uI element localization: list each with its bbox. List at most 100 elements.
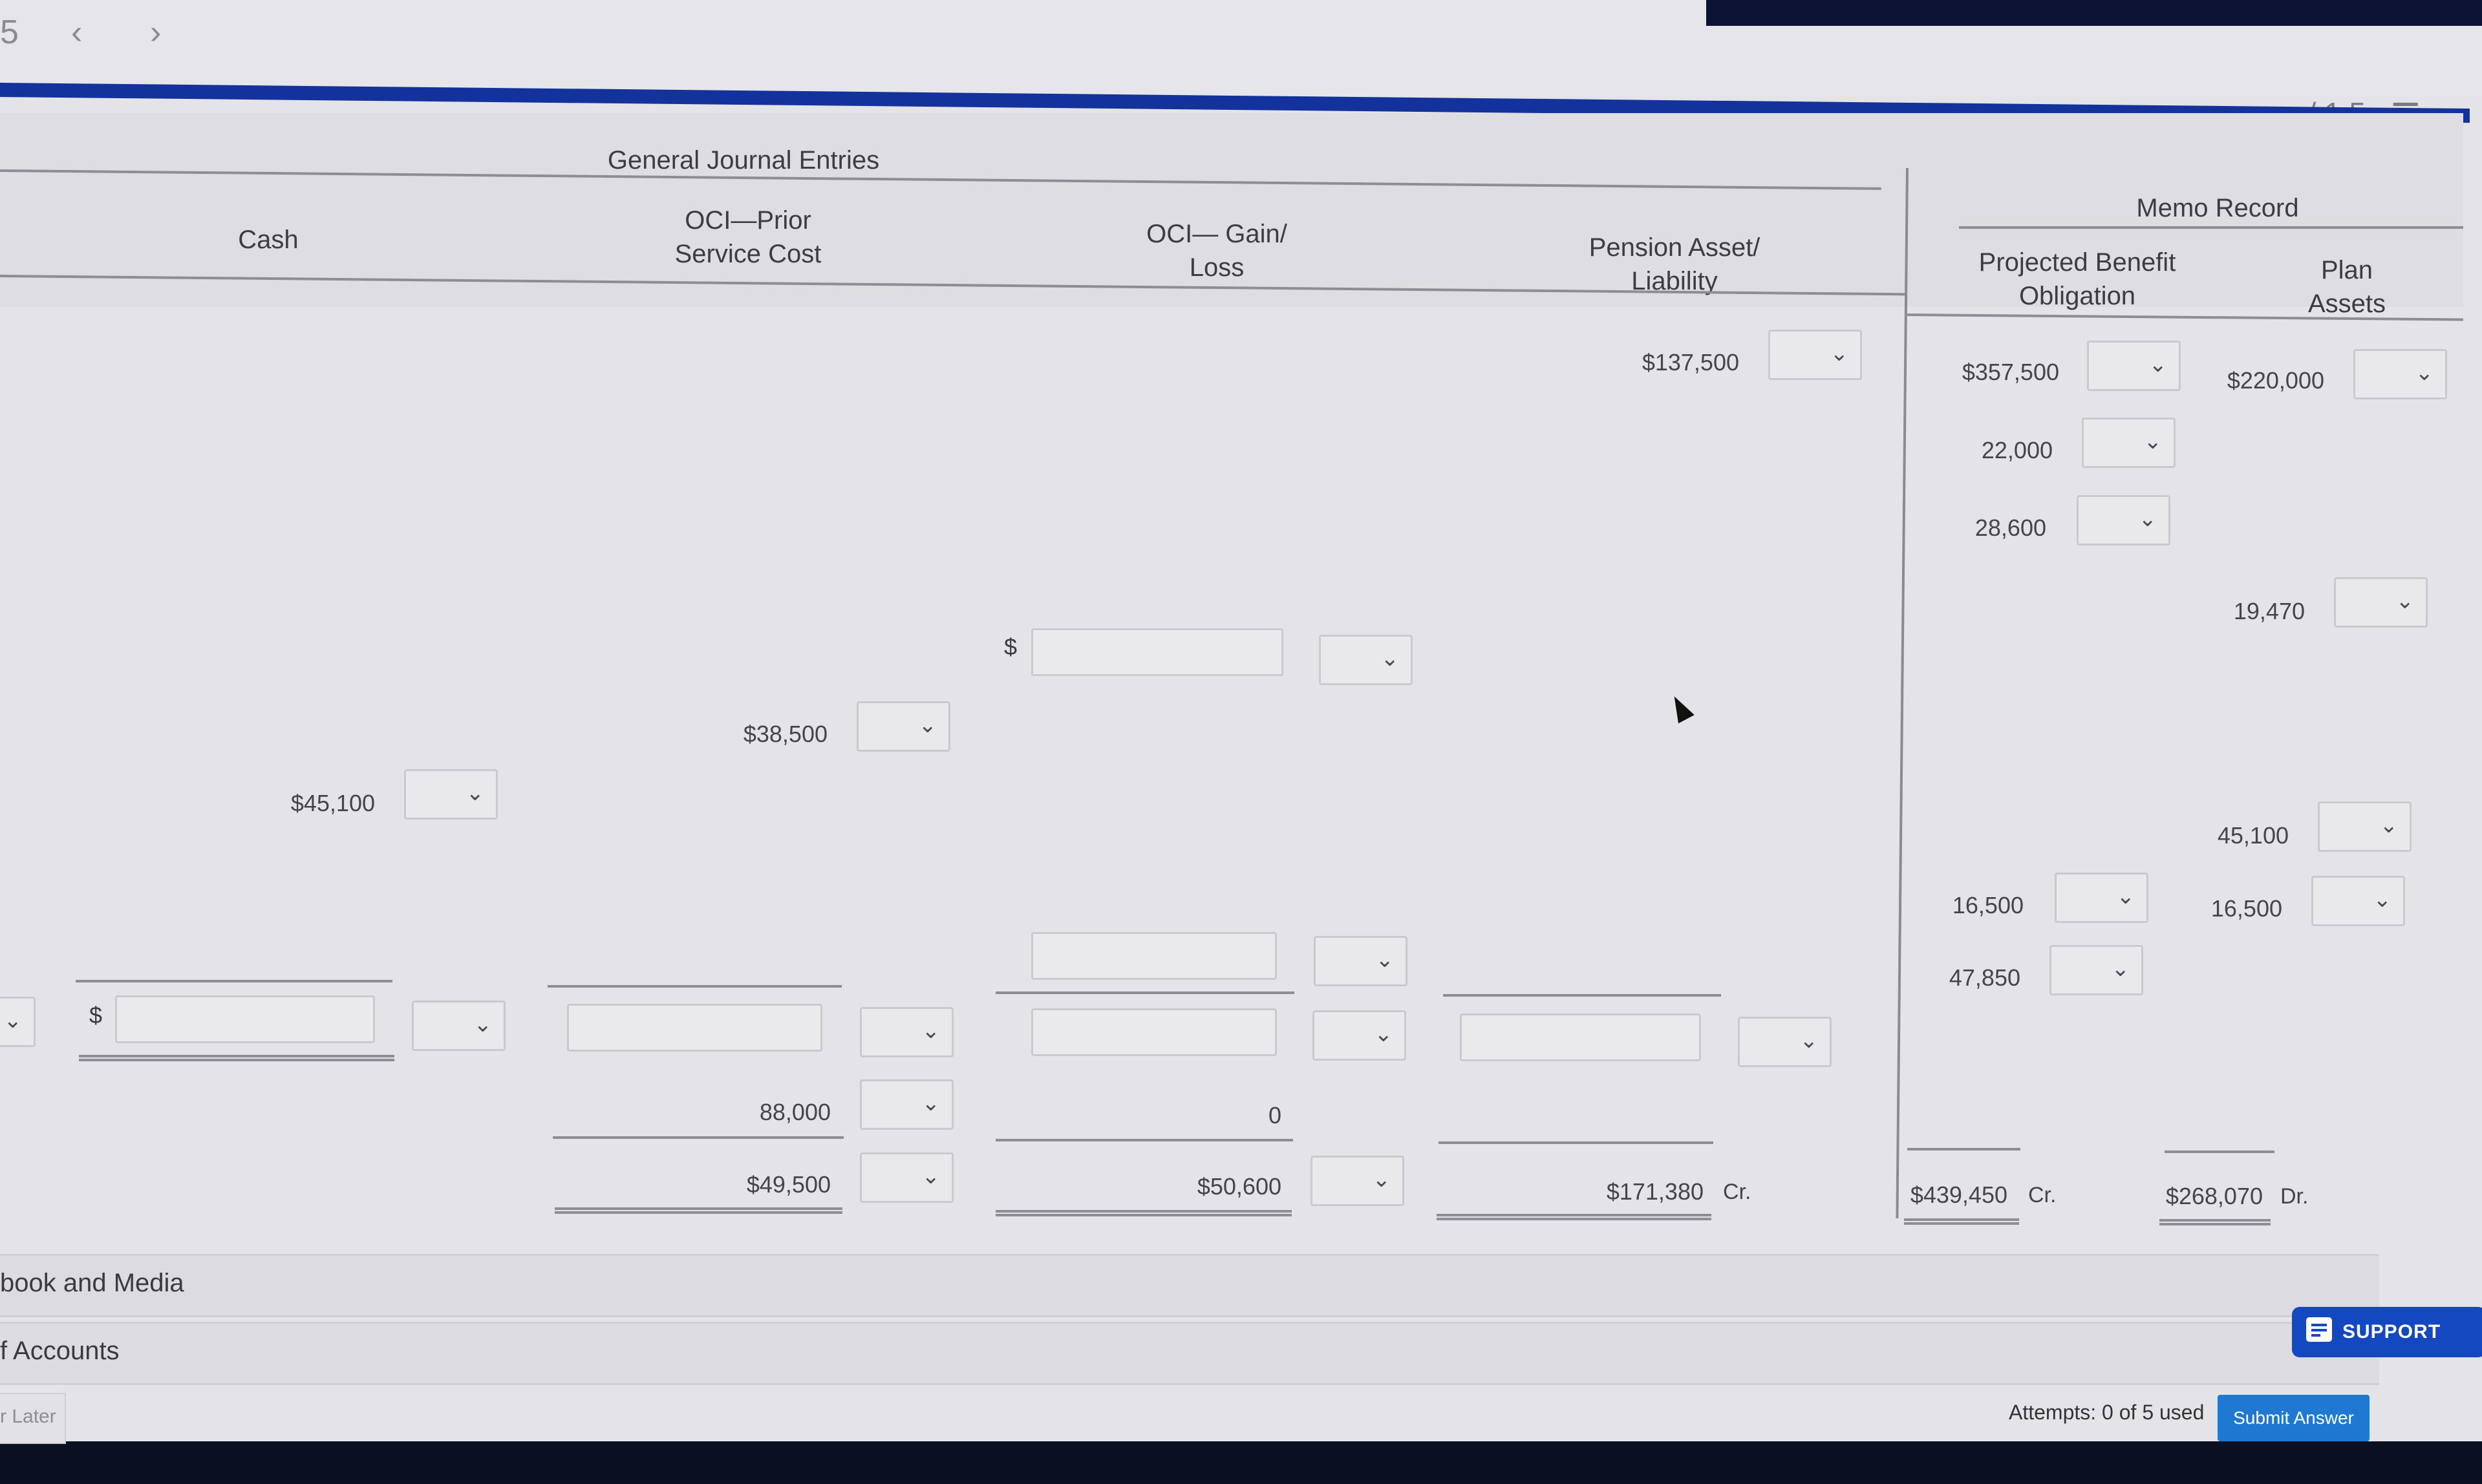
chevron-down-icon: ⌄: [2373, 887, 2392, 912]
pbo-beginning-balance: $357,500: [1962, 359, 2059, 385]
chevron-down-icon: ⌄: [921, 1091, 941, 1116]
oci-gain-double-underline: [996, 1210, 1292, 1216]
memo-record-heading: Memo Record: [2136, 194, 2299, 222]
oci-gain-total-dropdown[interactable]: ⌄: [1312, 1010, 1406, 1061]
pension-total-dropdown[interactable]: ⌄: [1738, 1017, 1832, 1067]
pbo-ending-suffix: Cr.: [2028, 1183, 2057, 1207]
column-header-oci-gain: OCI— Gain/ Loss: [1087, 217, 1346, 284]
chevron-down-icon: ⌄: [2111, 957, 2130, 981]
save-for-later-label: r Later: [0, 1406, 56, 1427]
save-for-later-button[interactable]: r Later: [0, 1393, 66, 1444]
pension-beginning-drcr-dropdown[interactable]: ⌄: [1768, 330, 1862, 380]
oci-gain-loss-dropdown[interactable]: ⌄: [1314, 936, 1407, 986]
oci-gain-ending: $50,600: [1197, 1173, 1281, 1200]
chevron-down-icon: ⌄: [2138, 507, 2157, 531]
oci-gain-total-input[interactable]: [1031, 1008, 1277, 1056]
plan-benefits-paid: 16,500: [2210, 895, 2282, 922]
plan-ending: $268,070: [2165, 1183, 2263, 1209]
screen: 5 ‹ › - / 1.5 ☰ General Journal Entries …: [0, 0, 2482, 1444]
oci-prior-beginning-dropdown[interactable]: ⌄: [860, 1079, 954, 1130]
oci-prior-line2: Service Cost: [674, 240, 822, 268]
oci-gain-beginning: 0: [1268, 1102, 1281, 1129]
plan-actual-return: 19,470: [2233, 598, 2305, 624]
pension-end-line: [1439, 1141, 1713, 1144]
chevron-down-icon: ⌄: [2395, 589, 2415, 613]
plan-line1: Plan: [2320, 256, 2373, 284]
oci-prior-amortization: $38,500: [743, 721, 828, 747]
oci-gain-end-line: [996, 1139, 1293, 1141]
oci-prior-ending-dropdown[interactable]: ⌄: [860, 1152, 954, 1203]
pbo-interest-cost-dropdown[interactable]: ⌄: [2077, 495, 2170, 546]
chevron-down-icon: ⌄: [1372, 1167, 1391, 1192]
oci-gain-loss-input[interactable]: [1031, 932, 1277, 980]
oci-prior-beginning: 88,000: [759, 1099, 831, 1125]
chevron-down-icon: ⌄: [1380, 646, 1400, 671]
partial-left-dropdown[interactable]: ⌄: [0, 997, 36, 1047]
pbo-service-cost: 22,000: [1981, 437, 2053, 463]
pbo-service-cost-dropdown[interactable]: ⌄: [2082, 418, 2176, 468]
chevron-down-icon: ⌄: [3, 1008, 23, 1033]
attempts-counter: Attempts: 0 of 5 used: [2009, 1401, 2205, 1424]
pension-line1: Pension Asset/: [1589, 233, 1760, 262]
oci-prior-end-line: [553, 1136, 844, 1139]
oci-prior-total-input[interactable]: [567, 1004, 822, 1052]
ebook-media-row[interactable]: book and Media: [0, 1254, 2379, 1317]
cash-total-input[interactable]: [115, 995, 375, 1043]
next-question-icon[interactable]: ›: [150, 13, 161, 52]
oci-prior-double-underline: [555, 1207, 842, 1214]
support-button[interactable]: SUPPORT: [2292, 1307, 2482, 1357]
question-number-partial: 5: [0, 14, 19, 51]
section-separator: [1896, 168, 1909, 1218]
chevron-down-icon: ⌄: [1375, 948, 1395, 972]
support-label: SUPPORT: [2342, 1321, 2441, 1342]
general-journal-heading: General Journal Entries: [607, 146, 880, 175]
chevron-down-icon: ⌄: [918, 713, 937, 737]
oci-gain-line1: OCI— Gain/: [1146, 220, 1287, 248]
pbo-double-underline: [1904, 1218, 2019, 1225]
column-header-plan-assets: Plan Assets: [2218, 253, 2476, 321]
chevron-down-icon: ⌄: [1374, 1022, 1393, 1046]
pension-ending-suffix: Cr.: [1723, 1180, 1751, 1204]
oci-prior-total-dropdown[interactable]: ⌄: [860, 1007, 954, 1057]
pbo-end-line: [1907, 1148, 2020, 1150]
cash-total-dropdown[interactable]: ⌄: [412, 1001, 506, 1051]
oci-prior-line1: OCI—Prior: [685, 206, 811, 235]
chart-of-accounts-row[interactable]: f Accounts: [0, 1322, 2379, 1385]
prev-question-icon[interactable]: ‹: [71, 13, 82, 52]
pbo-benefits-paid: 16,500: [1952, 892, 2024, 918]
chevron-down-icon: ⌄: [921, 1019, 941, 1043]
oci-prior-ending: $49,500: [746, 1171, 831, 1198]
pbo-line2: Obligation: [2018, 282, 2136, 310]
chevron-down-icon: ⌄: [2143, 429, 2163, 454]
oci-gain-amount-input[interactable]: [1031, 628, 1283, 676]
plan-contribution-dropdown[interactable]: ⌄: [2318, 801, 2412, 852]
column-header-pbo: Projected Benefit Obligation: [1948, 246, 2207, 313]
cash-subtotal-line: [76, 980, 392, 982]
oci-prior-subtotal-line: [548, 985, 842, 988]
oci-gain-subtotal-line: [996, 991, 1294, 994]
chevron-down-icon: ⌄: [1830, 341, 1849, 366]
ebook-media-label: book and Media: [0, 1269, 184, 1297]
pbo-interest-cost: 28,600: [1974, 514, 2046, 541]
plan-double-underline: [2159, 1219, 2271, 1225]
oci-gain-ending-dropdown[interactable]: ⌄: [1311, 1156, 1404, 1206]
plan-actual-return-dropdown[interactable]: ⌄: [2334, 577, 2428, 628]
oci-gain-drcr-dropdown[interactable]: ⌄: [1319, 635, 1413, 685]
pension-beginning-balance: $137,500: [1642, 349, 1739, 376]
cash-contribution-dropdown[interactable]: ⌄: [404, 769, 498, 820]
plan-benefits-paid-dropdown[interactable]: ⌄: [2311, 876, 2405, 926]
pbo-ending: $439,450: [1910, 1182, 2007, 1208]
pbo-actuarial-loss-dropdown[interactable]: ⌄: [2049, 945, 2143, 995]
chart-of-accounts-label: f Accounts: [0, 1337, 120, 1365]
pension-subtotal-line: [1443, 994, 1721, 997]
plan-beginning-drcr-dropdown[interactable]: ⌄: [2353, 349, 2447, 399]
plan-ending-suffix: Dr.: [2280, 1184, 2309, 1209]
submit-answer-button[interactable]: Submit Answer: [2218, 1395, 2370, 1441]
pension-double-underline: [1437, 1214, 1711, 1220]
pension-total-input[interactable]: [1460, 1013, 1701, 1061]
oci-prior-amortization-dropdown[interactable]: ⌄: [857, 701, 950, 752]
plan-end-line: [2165, 1150, 2274, 1153]
pension-ending: $171,380: [1606, 1178, 1704, 1205]
mouse-cursor-icon: [1666, 692, 1695, 724]
chevron-down-icon: ⌄: [921, 1164, 941, 1189]
